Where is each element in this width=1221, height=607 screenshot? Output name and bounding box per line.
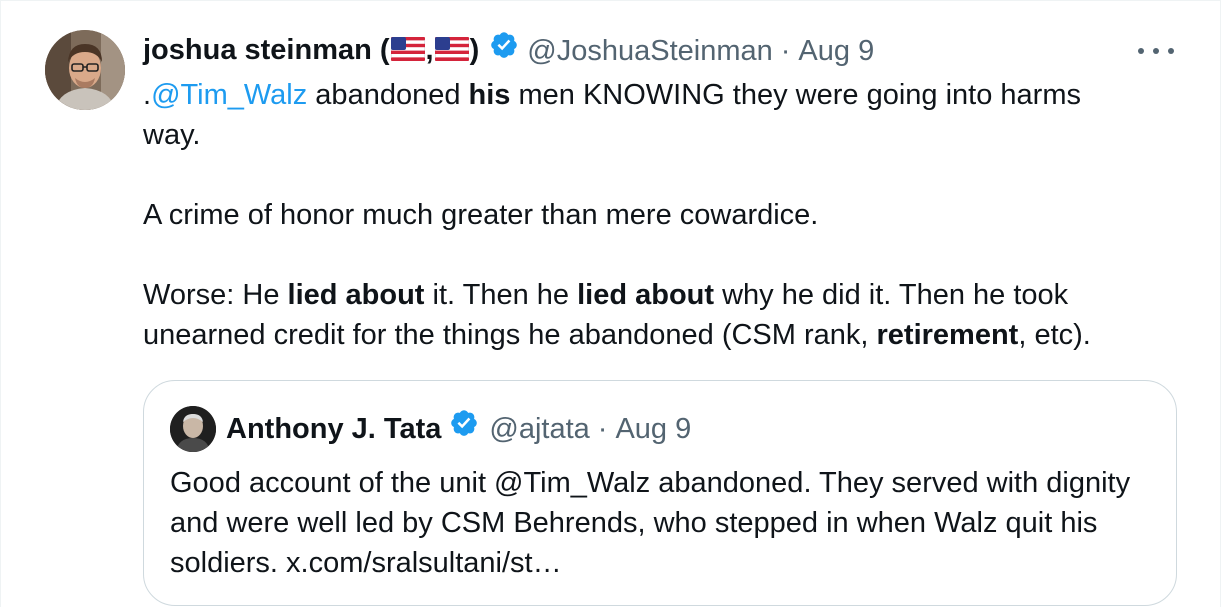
quoted-tweet-text: Good account of the unit @Tim_Walz aband… [170, 467, 1131, 579]
separator-dot: · [597, 413, 608, 445]
author-name[interactable]: joshua steinman (,) [143, 28, 479, 73]
tweet-date[interactable]: Aug 9 [798, 29, 874, 73]
quoted-tweet-header: Anthony J. Tata @ajtata · Aug 9 [226, 408, 691, 450]
us-flag-icon [390, 30, 426, 74]
tweet-text: .@Tim_Walz abandoned his men KNOWING the… [143, 75, 1143, 355]
quoted-tweet[interactable]: Anthony J. Tata @ajtata · Aug 9 Good acc… [143, 380, 1177, 606]
tweet-paragraph: A crime of honor much greater than mere … [143, 199, 819, 231]
author-handle[interactable]: @JoshuaSteinman [527, 29, 772, 73]
separator-dot: · [780, 35, 791, 67]
tweet-card[interactable]: joshua steinman (,) @JoshuaSteinman · Au… [0, 0, 1221, 607]
us-flag-icon [434, 30, 470, 74]
quoted-author-handle[interactable]: @ajtata [489, 408, 589, 450]
quoted-author-name[interactable]: Anthony J. Tata [226, 408, 441, 450]
quoted-tweet-date[interactable]: Aug 9 [615, 408, 691, 450]
mention-link[interactable]: @Tim_Walz [151, 79, 307, 111]
author-avatar[interactable] [45, 30, 125, 110]
verified-badge-icon[interactable] [449, 408, 479, 450]
tweet-header: joshua steinman (,) @JoshuaSteinman · Au… [143, 29, 874, 73]
tweet-paragraph: .@Tim_Walz abandoned his men KNOWING the… [143, 79, 1081, 151]
quoted-author-avatar[interactable] [170, 406, 216, 452]
tweet-paragraph: Worse: He lied about it. Then he lied ab… [143, 279, 1091, 351]
more-options-icon[interactable] [1138, 37, 1174, 65]
verified-badge-icon[interactable] [489, 29, 519, 73]
